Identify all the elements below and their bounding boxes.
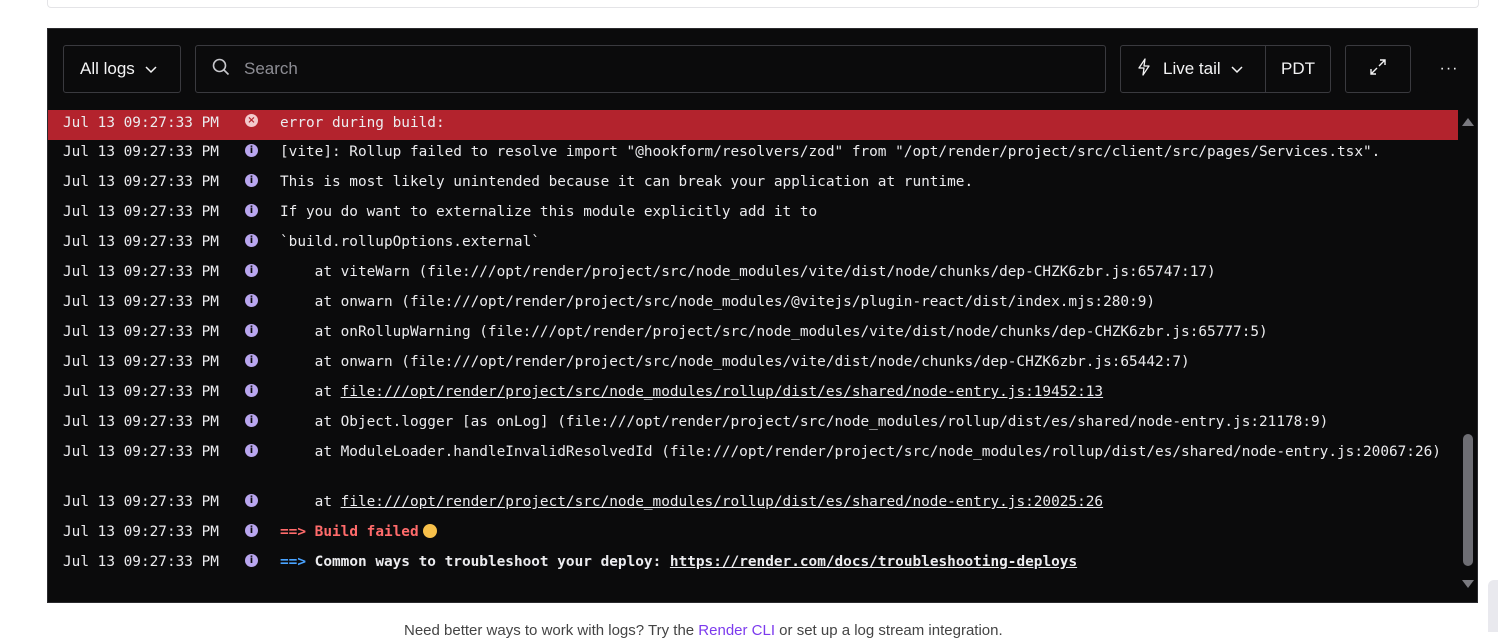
build-failed-text: Build failed — [314, 524, 419, 540]
search-icon — [212, 58, 230, 81]
info-icon: i — [245, 494, 258, 507]
log-row: Jul 13 09:27:33 PM i at onwarn (file:///… — [48, 290, 1458, 320]
arrow-marker: ==> — [280, 554, 306, 570]
log-message: This is most likely unintended because i… — [280, 174, 974, 190]
log-row: Jul 13 09:27:33 PM i If you do want to e… — [48, 200, 1458, 230]
log-message: If you do want to externalize this modul… — [280, 204, 818, 220]
log-timestamp: Jul 13 09:27:33 PM — [63, 234, 219, 250]
info-icon: i — [245, 444, 258, 457]
log-timestamp: Jul 13 09:27:33 PM — [63, 354, 219, 370]
render-cli-link[interactable]: Render CLI — [698, 622, 775, 639]
log-body: Jul 13 09:27:33 PM × error during build:… — [48, 110, 1458, 602]
log-row: Jul 13 09:27:33 PM × error during build: — [48, 110, 1458, 140]
log-row: Jul 13 09:27:33 PM i ==> Common ways to … — [48, 550, 1458, 580]
log-message: at onRollupWarning (file:///opt/render/p… — [280, 324, 1268, 340]
log-row: Jul 13 09:27:33 PM i at onRollupWarning … — [48, 320, 1458, 350]
log-row: Jul 13 09:27:33 PM i `build.rollupOption… — [48, 230, 1458, 260]
scroll-up-arrow-icon[interactable] — [1462, 118, 1474, 126]
log-message: `build.rollupOptions.external` — [280, 234, 540, 250]
log-timestamp: Jul 13 09:27:33 PM — [63, 144, 219, 160]
log-timestamp: Jul 13 09:27:33 PM — [63, 414, 219, 430]
log-message: ==> Common ways to troubleshoot your dep… — [280, 552, 1450, 572]
info-icon: i — [245, 144, 258, 157]
log-timestamp: Jul 13 09:27:33 PM — [63, 524, 219, 540]
log-row: Jul 13 09:27:33 PM i This is most likely… — [48, 170, 1458, 200]
log-timestamp: Jul 13 09:27:33 PM — [63, 204, 219, 220]
live-tail-button[interactable]: Live tail — [1121, 46, 1266, 92]
timezone-button[interactable]: PDT — [1266, 59, 1330, 79]
scroll-down-arrow-icon[interactable] — [1462, 580, 1474, 588]
footer-rest: or set up a log stream integration. — [775, 622, 1003, 639]
log-timestamp: Jul 13 09:27:33 PM — [63, 444, 219, 460]
page-scrollbar-edge — [1488, 580, 1498, 632]
log-timestamp: Jul 13 09:27:33 PM — [63, 554, 219, 570]
log-row: Jul 13 09:27:33 PM i ==> Build failed — [48, 520, 1458, 550]
footer-text: Need better ways to work with logs? Try … — [404, 622, 699, 639]
search-input[interactable]: Search — [195, 45, 1106, 93]
info-icon: i — [245, 554, 258, 567]
error-icon: × — [245, 114, 258, 127]
fullscreen-button[interactable] — [1345, 45, 1411, 93]
log-message: at ModuleLoader.handleInvalidResolvedId … — [280, 444, 1441, 460]
footer-hint: Need better ways to work with logs? Try … — [404, 622, 1003, 639]
scrollbar-thumb[interactable] — [1463, 434, 1473, 566]
file-link[interactable]: file:///opt/render/project/src/node_modu… — [341, 384, 1103, 400]
log-filter-dropdown[interactable]: All logs — [63, 45, 181, 93]
log-message: at file:///opt/render/project/src/node_m… — [280, 492, 1450, 512]
log-panel: All logs Search Live tail PDT ··· Jul 13… — [47, 28, 1478, 603]
log-scrollbar[interactable] — [1458, 110, 1478, 602]
log-filter-label: All logs — [80, 59, 135, 78]
search-placeholder: Search — [244, 59, 298, 78]
log-row: Jul 13 09:27:33 PM i at onwarn (file:///… — [48, 350, 1458, 380]
chevron-down-icon — [145, 59, 157, 79]
info-icon: i — [245, 414, 258, 427]
chevron-down-icon — [1231, 59, 1243, 79]
info-icon: i — [245, 204, 258, 217]
log-message-prefix: at — [280, 494, 341, 510]
log-message: at file:///opt/render/project/src/node_m… — [280, 382, 1450, 402]
log-timestamp: Jul 13 09:27:33 PM — [63, 294, 219, 310]
top-card — [47, 0, 1479, 8]
live-tail-group: Live tail PDT — [1120, 45, 1331, 93]
log-row: Jul 13 09:27:33 PM i at Object.logger [a… — [48, 410, 1458, 440]
troubleshoot-link[interactable]: https://render.com/docs/troubleshooting-… — [670, 554, 1077, 570]
log-message: ==> Build failed — [280, 522, 1450, 542]
info-icon: i — [245, 234, 258, 247]
log-row: Jul 13 09:27:33 PM i at file:///opt/rend… — [48, 490, 1458, 520]
log-timestamp: Jul 13 09:27:33 PM — [63, 494, 219, 510]
arrow-marker: ==> — [280, 524, 306, 540]
log-message: at viteWarn (file:///opt/render/project/… — [280, 264, 1216, 280]
log-message: [vite]: Rollup failed to resolve import … — [280, 144, 1381, 160]
info-icon: i — [245, 324, 258, 337]
disappointed-face-icon — [422, 524, 437, 538]
log-message: at onwarn (file:///opt/render/project/sr… — [280, 294, 1156, 310]
log-row: Jul 13 09:27:33 PM i at viteWarn (file:/… — [48, 260, 1458, 290]
info-icon: i — [245, 294, 258, 307]
log-row: Jul 13 09:27:33 PM i [vite]: Rollup fail… — [48, 140, 1458, 170]
lightning-icon — [1137, 57, 1151, 81]
info-icon: i — [245, 354, 258, 367]
log-timestamp: Jul 13 09:27:33 PM — [63, 384, 219, 400]
log-message-prefix: at — [280, 384, 341, 400]
log-timestamp: Jul 13 09:27:33 PM — [63, 115, 219, 131]
log-timestamp: Jul 13 09:27:33 PM — [63, 174, 219, 190]
more-options-button[interactable]: ··· — [1425, 45, 1473, 93]
info-icon: i — [245, 264, 258, 277]
info-icon: i — [245, 524, 258, 537]
log-timestamp: Jul 13 09:27:33 PM — [63, 324, 219, 340]
log-row: Jul 13 09:27:33 PM i at file:///opt/rend… — [48, 380, 1458, 410]
expand-icon — [1369, 58, 1387, 81]
live-tail-label: Live tail — [1163, 59, 1221, 78]
log-timestamp: Jul 13 09:27:33 PM — [63, 264, 219, 280]
log-row: Jul 13 09:27:33 PM i at ModuleLoader.han… — [48, 440, 1458, 490]
log-message: at Object.logger [as onLog] (file:///opt… — [280, 414, 1329, 430]
log-toolbar: All logs Search Live tail PDT ··· — [48, 29, 1477, 109]
info-icon: i — [245, 174, 258, 187]
file-link[interactable]: file:///opt/render/project/src/node_modu… — [341, 494, 1103, 510]
info-icon: i — [245, 384, 258, 397]
log-message: at onwarn (file:///opt/render/project/sr… — [280, 354, 1190, 370]
troubleshoot-text: Common ways to troubleshoot your deploy: — [314, 554, 670, 570]
log-message: error during build: — [280, 115, 445, 131]
